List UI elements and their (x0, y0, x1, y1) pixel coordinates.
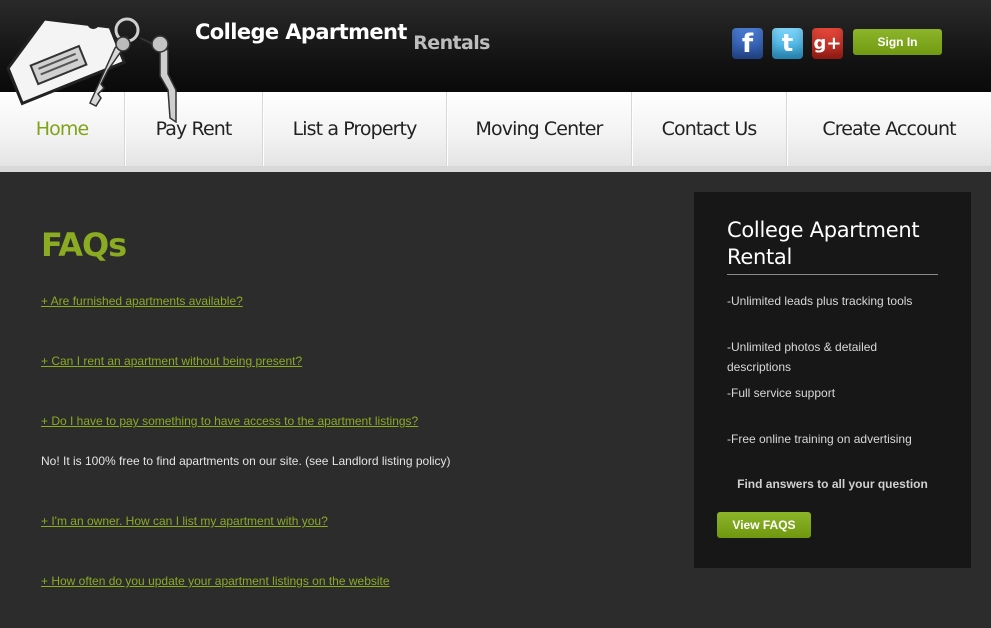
view-faqs-button[interactable]: View FAQS (717, 512, 811, 538)
faq-question-rent-remote[interactable]: + Can I rent an apartment without being … (41, 354, 302, 368)
nav-item-list-property[interactable]: List a Property (263, 92, 447, 166)
sidebar-item-training: -Free online training on advertising (727, 432, 912, 446)
facebook-icon[interactable]: f (732, 28, 763, 59)
nav-item-moving-center[interactable]: Moving Center (447, 92, 632, 166)
sidebar-divider (727, 274, 938, 275)
brand-sub-text: Rentals (413, 32, 490, 54)
nav-divider (0, 166, 991, 172)
brand-main-text: College Apartment (195, 20, 407, 44)
sidebar-title: College Apartment Rental (727, 218, 920, 269)
faq-question-furnished[interactable]: + Are furnished apartments available? (41, 294, 243, 308)
sign-in-button[interactable]: Sign In (853, 29, 942, 55)
sidebar-panel: College Apartment Rental -Unlimited lead… (694, 192, 971, 568)
site-header: College Apartment Rentals f t g+ Sign In (0, 0, 991, 123)
sidebar-item-leads: -Unlimited leads plus tracking tools (727, 294, 913, 308)
nav-item-contact-us[interactable]: Contact Us (632, 92, 787, 166)
faq-question-listing-access[interactable]: + Do I have to pay something to have acc… (41, 414, 418, 428)
faq-question-owner-list[interactable]: + I'm an owner. How can I list my apartm… (41, 514, 328, 528)
site-brand[interactable]: College Apartment Rentals (195, 20, 490, 54)
sidebar-item-photos: -Unlimited photos & detailed description… (727, 340, 878, 374)
keys-logo-icon (6, 16, 177, 123)
google-plus-icon[interactable]: g+ (812, 28, 843, 59)
faq-question-update-frequency[interactable]: + How often do you update your apartment… (41, 574, 390, 588)
sidebar-find-text: Find answers to all your question (737, 477, 928, 491)
sidebar-item-support: -Full service support (727, 386, 836, 400)
twitter-icon[interactable]: t (772, 28, 803, 59)
page-title: FAQs (41, 226, 127, 264)
nav-item-create-account[interactable]: Create Account (787, 92, 991, 166)
faq-answer-listing-access: No! It is 100% free to find apartments o… (41, 454, 451, 468)
